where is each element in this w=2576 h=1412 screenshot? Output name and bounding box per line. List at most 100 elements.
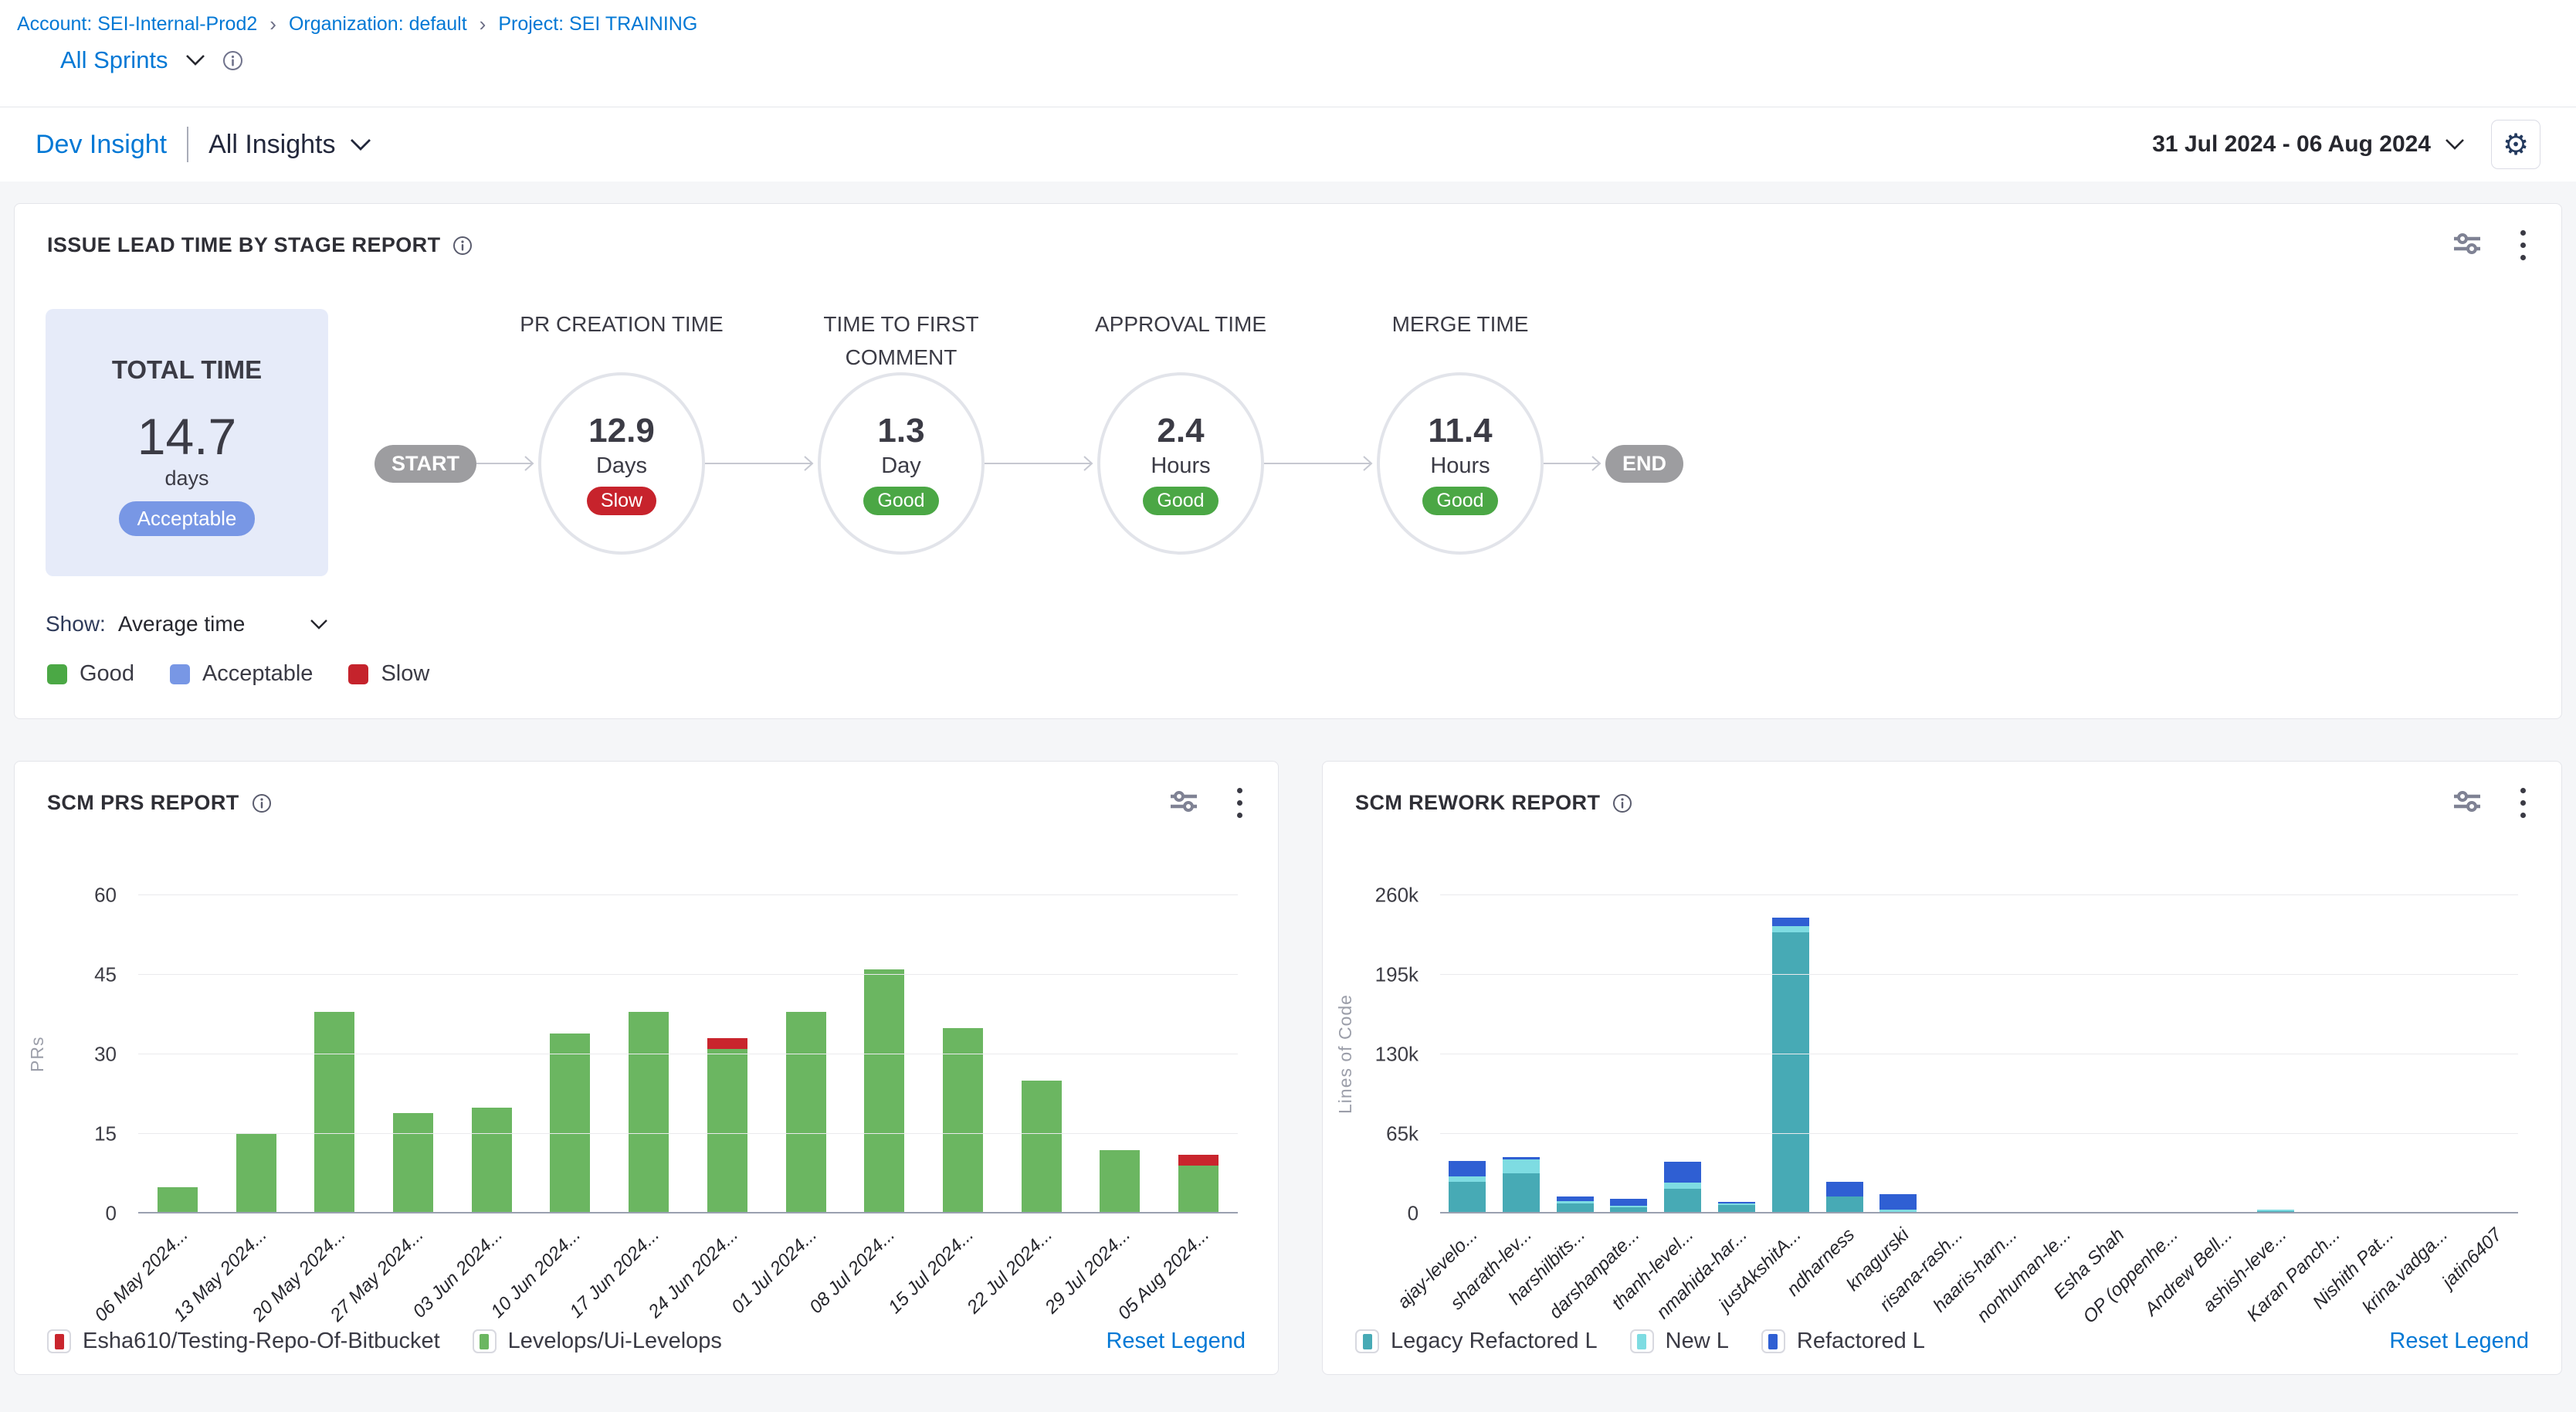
insight-selector[interactable]: All Insights — [208, 130, 371, 160]
stage-ellipse[interactable]: 11.4 Hours Good — [1377, 372, 1544, 555]
legend-item[interactable]: Legacy Refactored L — [1355, 1329, 1598, 1354]
chevron-down-icon[interactable] — [350, 138, 371, 151]
kebab-menu-icon[interactable] — [2517, 227, 2529, 263]
bar[interactable] — [786, 1012, 826, 1213]
show-value[interactable]: Average time — [118, 612, 245, 636]
bar-segment[interactable] — [1664, 1183, 1701, 1189]
date-range-selector[interactable]: 31 Jul 2024 - 06 Aug 2024 — [2152, 131, 2465, 158]
chevron-down-icon[interactable] — [185, 54, 205, 66]
kebab-menu-icon[interactable] — [2517, 785, 2529, 821]
bar-segment[interactable] — [1772, 918, 1809, 926]
bar-segment[interactable] — [236, 1134, 276, 1213]
filter-sliders-icon[interactable] — [2452, 231, 2482, 260]
sprint-selector-label[interactable]: All Sprints — [60, 46, 168, 74]
bar[interactable] — [1826, 1182, 1863, 1213]
bar[interactable] — [1879, 1194, 1917, 1213]
stage-3[interactable]: MERGE TIME 11.4 Hours Good — [1377, 372, 1544, 555]
bar-segment[interactable] — [1503, 1159, 1540, 1173]
bar[interactable] — [550, 1034, 590, 1213]
bar[interactable] — [1772, 918, 1809, 1213]
bar-segment[interactable] — [707, 1038, 747, 1049]
stage-2[interactable]: APPROVAL TIME 2.4 Hours Good — [1097, 372, 1264, 555]
bar[interactable] — [707, 1038, 747, 1213]
bar-segment[interactable] — [1772, 926, 1809, 932]
bar-segment[interactable] — [158, 1187, 198, 1213]
bar-segment[interactable] — [1610, 1199, 1647, 1207]
bar-segment[interactable] — [943, 1028, 983, 1213]
bar-segment[interactable] — [786, 1012, 826, 1213]
breadcrumb-item[interactable]: Organization: default — [289, 13, 467, 36]
sprint-selector[interactable]: All Sprints — [60, 46, 243, 74]
panel-title: SCM REWORK REPORT — [1355, 791, 1600, 815]
bar-segment[interactable] — [1178, 1166, 1219, 1213]
bar[interactable] — [1503, 1157, 1540, 1213]
reset-legend-link[interactable]: Reset Legend — [2389, 1329, 2529, 1354]
date-range-text[interactable]: 31 Jul 2024 - 06 Aug 2024 — [2152, 131, 2431, 158]
bar[interactable] — [1664, 1162, 1701, 1213]
legend-item[interactable]: Refactored L — [1761, 1329, 1925, 1354]
chevron-down-icon[interactable] — [2445, 138, 2465, 151]
info-icon[interactable] — [252, 793, 272, 813]
bar[interactable] — [864, 969, 904, 1213]
bar[interactable] — [314, 1012, 354, 1213]
bar-segment[interactable] — [1178, 1155, 1219, 1166]
bar-segment[interactable] — [1664, 1189, 1701, 1213]
legend-swatch[interactable] — [1761, 1329, 1785, 1353]
reset-legend-link[interactable]: Reset Legend — [1106, 1329, 1246, 1354]
bar-segment[interactable] — [1022, 1081, 1062, 1213]
insight-title-link[interactable]: Dev Insight — [36, 130, 167, 160]
legend-swatch — [170, 664, 190, 684]
show-dropdown[interactable]: Show: Average time — [46, 612, 328, 636]
bar-cell — [2410, 895, 2464, 1213]
bar[interactable] — [1100, 1150, 1140, 1213]
filter-sliders-icon[interactable] — [2452, 789, 2482, 817]
bar-segment[interactable] — [550, 1034, 590, 1213]
bar-segment[interactable] — [1826, 1182, 1863, 1196]
stage-0[interactable]: PR CREATION TIME 12.9 Days Slow — [538, 372, 705, 555]
bar[interactable] — [472, 1108, 512, 1213]
breadcrumb-item[interactable]: Project: SEI TRAINING — [498, 13, 697, 36]
bar[interactable] — [236, 1134, 276, 1213]
legend-swatch[interactable] — [1630, 1329, 1654, 1353]
kebab-menu-icon[interactable] — [1234, 785, 1246, 821]
bar[interactable] — [629, 1012, 669, 1213]
bar[interactable] — [1178, 1155, 1219, 1213]
filter-sliders-icon[interactable] — [1169, 789, 1198, 817]
bar-segment[interactable] — [1826, 1196, 1863, 1213]
bar-segment[interactable] — [1449, 1161, 1486, 1177]
stage-ellipse[interactable]: 1.3 Day Good — [818, 372, 985, 555]
bar[interactable] — [1557, 1196, 1594, 1213]
breadcrumb-item[interactable]: Account: SEI-Internal-Prod2 — [17, 13, 257, 36]
bar-segment[interactable] — [864, 969, 904, 1213]
legend-item[interactable]: Levelops/Ui-Levelops — [473, 1329, 722, 1354]
stage-1[interactable]: TIME TO FIRST COMMENT 1.3 Day Good — [818, 372, 985, 555]
bar-segment[interactable] — [629, 1012, 669, 1213]
legend-swatch[interactable] — [473, 1329, 497, 1353]
info-icon[interactable] — [452, 236, 473, 256]
info-icon[interactable] — [222, 50, 243, 71]
bar-segment[interactable] — [314, 1012, 354, 1213]
bar-segment[interactable] — [1503, 1173, 1540, 1213]
legend-item[interactable]: New L — [1630, 1329, 1729, 1354]
stage-ellipse[interactable]: 2.4 Hours Good — [1097, 372, 1264, 555]
bar[interactable] — [158, 1187, 198, 1213]
settings-button[interactable]: ⚙ — [2491, 120, 2540, 169]
bar[interactable] — [393, 1113, 433, 1213]
bar-segment[interactable] — [1664, 1162, 1701, 1183]
bar-segment[interactable] — [707, 1049, 747, 1213]
bar[interactable] — [1449, 1161, 1486, 1213]
stage-ellipse[interactable]: 12.9 Days Slow — [538, 372, 705, 555]
chevron-down-icon[interactable] — [310, 619, 328, 630]
legend-swatch[interactable] — [47, 1329, 71, 1353]
bar-segment[interactable] — [1449, 1182, 1486, 1213]
bar-segment[interactable] — [1100, 1150, 1140, 1213]
bar[interactable] — [1022, 1081, 1062, 1213]
legend-item[interactable]: Esha610/Testing-Repo-Of-Bitbucket — [47, 1329, 440, 1354]
legend-swatch[interactable] — [1355, 1329, 1379, 1353]
insight-selector-label[interactable]: All Insights — [208, 130, 335, 160]
bar[interactable] — [943, 1028, 983, 1213]
bar-segment[interactable] — [1879, 1194, 1917, 1210]
bar-segment[interactable] — [393, 1113, 433, 1213]
bar-segment[interactable] — [472, 1108, 512, 1213]
info-icon[interactable] — [1612, 793, 1632, 813]
